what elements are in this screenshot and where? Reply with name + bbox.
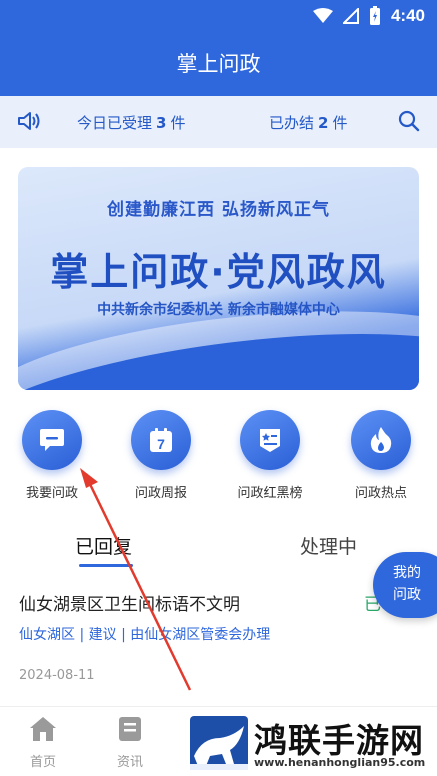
promo-banner[interactable]: 创建勤廉江西 弘扬新风正气 掌上问政·党风政风 中共新余市纪委机关 新余市融媒体… (18, 167, 419, 390)
today-accepted-label: 今日已受理 (77, 114, 153, 132)
bull-logo-icon (190, 726, 248, 770)
banner-organization: 中共新余市纪委机关 新余市融媒体中心 (97, 302, 340, 318)
nav-home-label: 首页 (29, 755, 56, 770)
page-title: 掌上问政 (176, 52, 261, 76)
quick-action-ask[interactable]: 我要问政 (2, 410, 102, 501)
badge-icon (260, 429, 280, 452)
watermark-text: 鸿联手游网 (254, 721, 424, 760)
search-icon[interactable] (398, 110, 420, 132)
quick-action-label: 问政热点 (354, 486, 407, 501)
tab-indicator (79, 564, 133, 567)
quick-actions: 我要问政 7 问政周报 问政红黑榜 问政热点 (0, 410, 437, 502)
app-header: 4:40 掌上问政 (0, 0, 437, 96)
my-inquiries-line1: 我的 (393, 565, 421, 581)
weekly-icon-circle: 7 (131, 410, 191, 470)
completed-count: 2 (318, 114, 329, 132)
list-item-date: 2024-08-11 (19, 668, 95, 683)
tab-replied[interactable]: 已回复 (75, 532, 132, 559)
ranking-icon-circle (240, 410, 300, 470)
banner-slogan: 创建勤廉江西 弘扬新风正气 (107, 200, 330, 220)
svg-text:7: 7 (157, 436, 165, 452)
home-icon (30, 717, 56, 741)
watermark-url: www.henanhonglian95.com (254, 756, 426, 769)
calendar-icon: 7 (150, 428, 172, 452)
speaker-icon[interactable] (17, 110, 41, 132)
stats-bar: 今日已受理 3 件 已办结 2 件 (0, 96, 437, 148)
ask-icon-circle (22, 410, 82, 470)
clock: 4:40 (390, 6, 425, 25)
nav-news-label: 资讯 (116, 755, 143, 770)
watermark: 鸿联手游网 www.henanhonglian95.com (190, 714, 430, 772)
list-item-title: 仙女湖景区卫生间标语不文明 (19, 595, 240, 615)
today-accepted-unit: 件 (170, 114, 186, 132)
list-item-meta: 仙女湖区 | 建议 | 由仙女湖区管委会办理 (19, 627, 271, 643)
quick-action-weekly[interactable]: 7 问政周报 (111, 410, 211, 501)
banner-headline: 掌上问政·党风政风 (50, 250, 387, 294)
today-accepted-count: 3 (156, 114, 167, 132)
nav-home[interactable]: 首页 (13, 715, 73, 770)
watermark-logo (190, 716, 248, 770)
tab-processing[interactable]: 处理中 (300, 532, 357, 559)
my-inquiries-line2: 问政 (393, 587, 421, 603)
completed-stat: 已办结 2 件 (269, 112, 347, 133)
quick-action-label: 我要问政 (25, 486, 78, 501)
today-accepted-stat: 今日已受理 3 件 (77, 112, 185, 133)
status-bar: 4:40 (312, 4, 425, 28)
quick-action-label: 问政红黑榜 (237, 486, 303, 501)
signal-icon (342, 8, 359, 24)
quick-action-hot[interactable]: 问政热点 (331, 410, 431, 501)
quick-action-label: 问政周报 (134, 486, 187, 501)
completed-unit: 件 (332, 114, 348, 132)
message-icon (40, 429, 64, 451)
completed-label: 已办结 (269, 114, 315, 132)
my-inquiries-button[interactable]: 我的 问政 (373, 552, 437, 618)
tab-bar: 已回复 处理中 (0, 526, 437, 570)
flame-icon (370, 427, 392, 453)
hot-icon-circle (351, 410, 411, 470)
quick-action-ranking[interactable]: 问政红黑榜 (220, 410, 320, 501)
battery-icon (369, 6, 380, 25)
news-icon (119, 717, 141, 741)
nav-news[interactable]: 资讯 (100, 715, 160, 770)
wifi-icon (312, 8, 333, 23)
